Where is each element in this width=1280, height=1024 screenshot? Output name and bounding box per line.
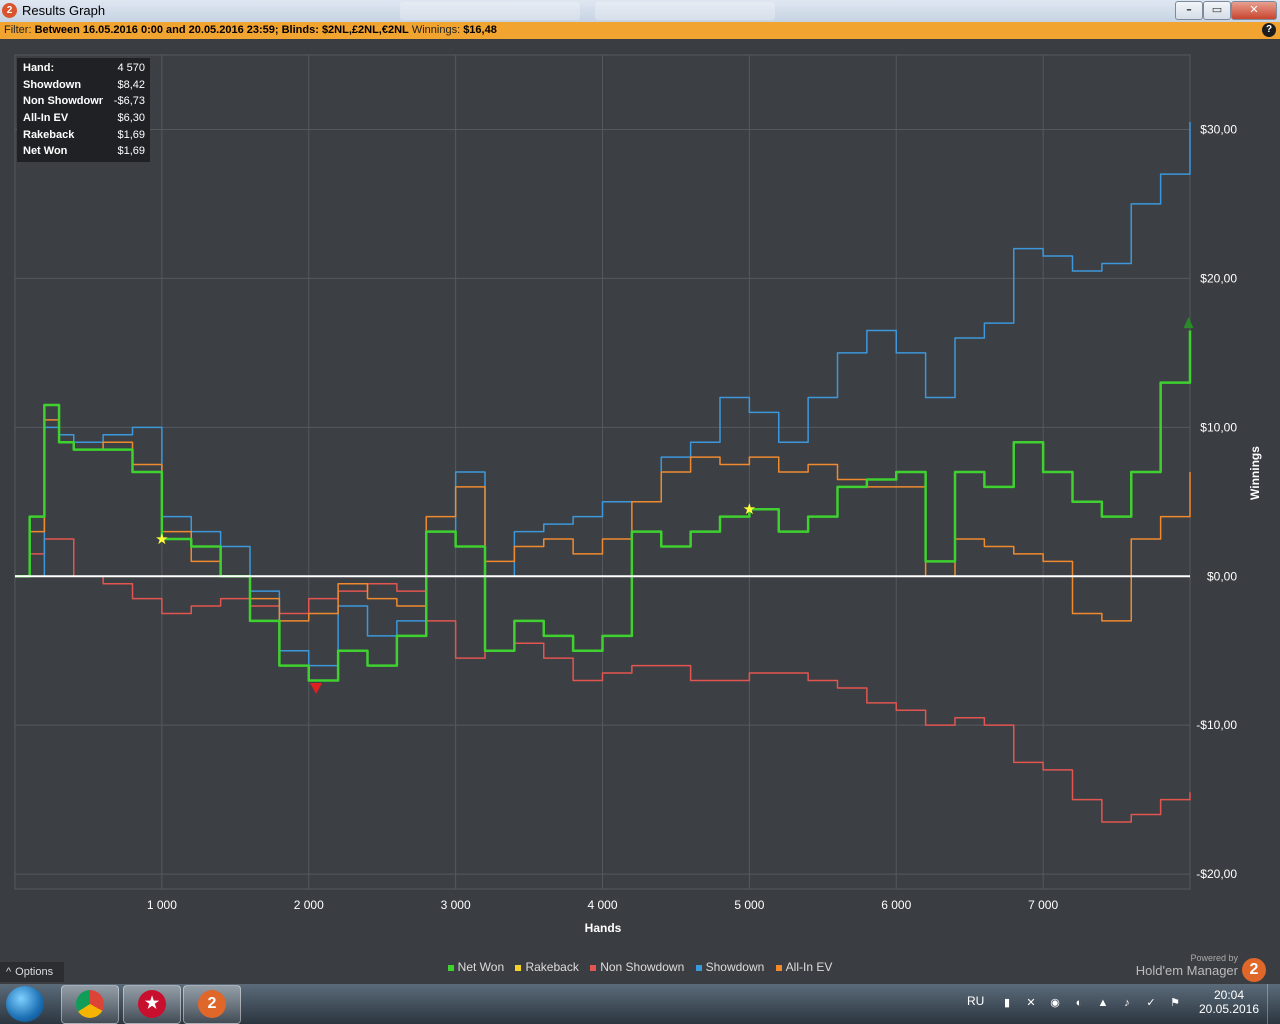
y-tick-label: -$10,00: [1196, 718, 1237, 732]
legend-item-net-won[interactable]: Net Won: [447, 960, 505, 974]
clock-date: 20.05.2016: [1198, 1002, 1260, 1016]
app-logo-icon: 2: [2, 3, 17, 18]
y-tick-label: $20,00: [1200, 271, 1237, 285]
y-axis-label: Winnings: [1248, 446, 1262, 500]
chart-legend: Net Won Rakeback Non Showdown Showdown A…: [0, 960, 1280, 982]
powered-by-line1: Powered by: [1190, 953, 1238, 963]
legend-item-rakeback[interactable]: Rakeback: [515, 960, 579, 974]
taskbar-pokerstars[interactable]: ★: [123, 985, 181, 1024]
help-icon[interactable]: ?: [1262, 23, 1276, 37]
taskbar: ★ 2 RU ▮ ✕ ◉ ◐ ▲ ♪ ✓ ⚑ 20:04 20.05.2016: [0, 984, 1280, 1024]
info-value: $8,42: [117, 79, 145, 91]
x-tick-labels: 1 000 2 000 3 000 4 000 5 000 6 000 7 000: [147, 898, 1059, 912]
x-tick-label: 6 000: [881, 898, 911, 912]
app-tray-icon[interactable]: ◐: [1072, 996, 1086, 1010]
y-tick-labels: $30,00 $20,00 $10,00 $0,00 -$10,00 -$20,00: [1196, 122, 1237, 881]
security-icon[interactable]: ✓: [1144, 996, 1158, 1010]
start-button[interactable]: [6, 986, 44, 1022]
minimize-button[interactable]: –: [1175, 1, 1203, 20]
close-button[interactable]: ✕: [1231, 1, 1277, 20]
chrome-icon: [76, 990, 104, 1018]
legend-swatch: [590, 964, 597, 971]
filter-bar: Filter: Between 16.05.2016 0:00 and 20.0…: [0, 22, 1280, 39]
options-button[interactable]: ^ Options: [0, 962, 64, 982]
muted-icon[interactable]: ✕: [1024, 996, 1038, 1010]
star-marker-icon: ★: [743, 501, 756, 518]
wifi-icon[interactable]: ▲: [1096, 996, 1110, 1010]
legend-swatch: [775, 964, 782, 971]
info-value: -$6,73: [113, 95, 145, 107]
info-key: Showdown: [23, 79, 82, 91]
y-tick-label: $0,00: [1207, 569, 1237, 583]
x-tick-label: 5 000: [734, 898, 764, 912]
window-titlebar: 2 Results Graph – ▭ ✕: [0, 0, 1280, 23]
network-signal-icon[interactable]: ▮: [1000, 996, 1014, 1010]
x-tick-label: 2 000: [294, 898, 324, 912]
taskbar-hm2[interactable]: 2: [183, 985, 241, 1024]
x-tick-label: 3 000: [441, 898, 471, 912]
chart-svg[interactable]: ★ ★ 1 000 2 000 3 000 4 000 5 000 6 000 7 000 $…: [0, 39, 1280, 956]
background-tab[interactable]: [400, 2, 580, 20]
info-key: Rakeback: [23, 129, 75, 141]
legend-swatch: [447, 964, 454, 971]
legend-item-all-in-ev[interactable]: All-In EV: [775, 960, 833, 974]
maximize-button[interactable]: ▭: [1203, 1, 1231, 20]
y-tick-label: $30,00: [1200, 122, 1237, 136]
info-row-net-won: Net Won $1,69: [23, 145, 147, 161]
info-value: $1,69: [117, 145, 145, 157]
background-tab[interactable]: [595, 2, 775, 20]
filter-text: Between 16.05.2016 0:00 and 20.05.2016 2…: [34, 24, 409, 36]
results-graph[interactable]: ★ ★ 1 000 2 000 3 000 4 000 5 000 6 000 7 000 $…: [0, 39, 1280, 956]
legend-label: Rakeback: [525, 960, 579, 974]
legend-label: Net Won: [457, 960, 505, 974]
y-tick-label: $10,00: [1200, 420, 1237, 434]
winnings-value: $16,48: [463, 24, 497, 36]
stats-info-box: Hand: 4 570 Showdown $8,42 Non Showdown …: [17, 58, 150, 162]
window-title: Results Graph: [22, 3, 106, 18]
legend-item-non-showdown[interactable]: Non Showdown: [590, 960, 684, 974]
info-row-showdown: Showdown $8,42: [23, 79, 147, 95]
info-key: Hand:: [23, 62, 55, 74]
info-row-hand: Hand: 4 570: [23, 62, 147, 78]
powered-by: Powered by Hold'em Manager: [1136, 953, 1238, 978]
hm2-logo-icon: 2: [1242, 958, 1266, 982]
x-tick-label: 4 000: [587, 898, 617, 912]
options-label: Options: [15, 966, 54, 978]
info-row-all-in-ev: All-In EV $6,30: [23, 112, 147, 128]
x-axis-label: Hands: [585, 921, 622, 935]
language-indicator[interactable]: RU: [967, 994, 984, 1008]
info-key: Net Won: [23, 145, 68, 157]
action-center-flag-icon[interactable]: ⚑: [1168, 996, 1182, 1010]
info-value: $6,30: [117, 112, 145, 124]
legend-swatch: [515, 964, 522, 971]
info-key: All-In EV: [23, 112, 69, 124]
info-key: Non Showdown: [23, 95, 103, 107]
filter-label: Filter:: [4, 24, 32, 36]
info-value: 4 570: [117, 62, 145, 74]
clock-time: 20:04: [1213, 988, 1245, 1002]
legend-item-showdown[interactable]: Showdown: [695, 960, 765, 974]
y-tick-label: -$20,00: [1196, 867, 1237, 881]
info-value: $1,69: [117, 129, 145, 141]
legend-label: All-In EV: [785, 960, 833, 974]
legend-label: Showdown: [705, 960, 765, 974]
x-tick-label: 7 000: [1028, 898, 1058, 912]
legend-label: Non Showdown: [600, 960, 685, 974]
x-tick-label: 1 000: [147, 898, 177, 912]
volume-icon[interactable]: ♪: [1120, 996, 1134, 1010]
hm2-icon: 2: [198, 990, 226, 1018]
taskbar-chrome[interactable]: [61, 985, 119, 1024]
system-clock[interactable]: 20:04 20.05.2016: [1188, 988, 1270, 1016]
expand-arrow-icon: ^: [6, 966, 12, 978]
legend-swatch: [695, 964, 702, 971]
show-desktop-button[interactable]: [1267, 984, 1280, 1024]
star-marker-icon: ★: [155, 531, 168, 548]
chrome-tray-icon[interactable]: ◉: [1048, 996, 1062, 1010]
winnings-label: Winnings:: [411, 24, 461, 36]
pokerstars-icon: ★: [138, 990, 166, 1018]
info-row-non-showdown: Non Showdown -$6,73: [23, 95, 147, 111]
powered-by-line2: Hold'em Manager: [1135, 963, 1238, 978]
info-row-rakeback: Rakeback $1,69: [23, 129, 147, 145]
